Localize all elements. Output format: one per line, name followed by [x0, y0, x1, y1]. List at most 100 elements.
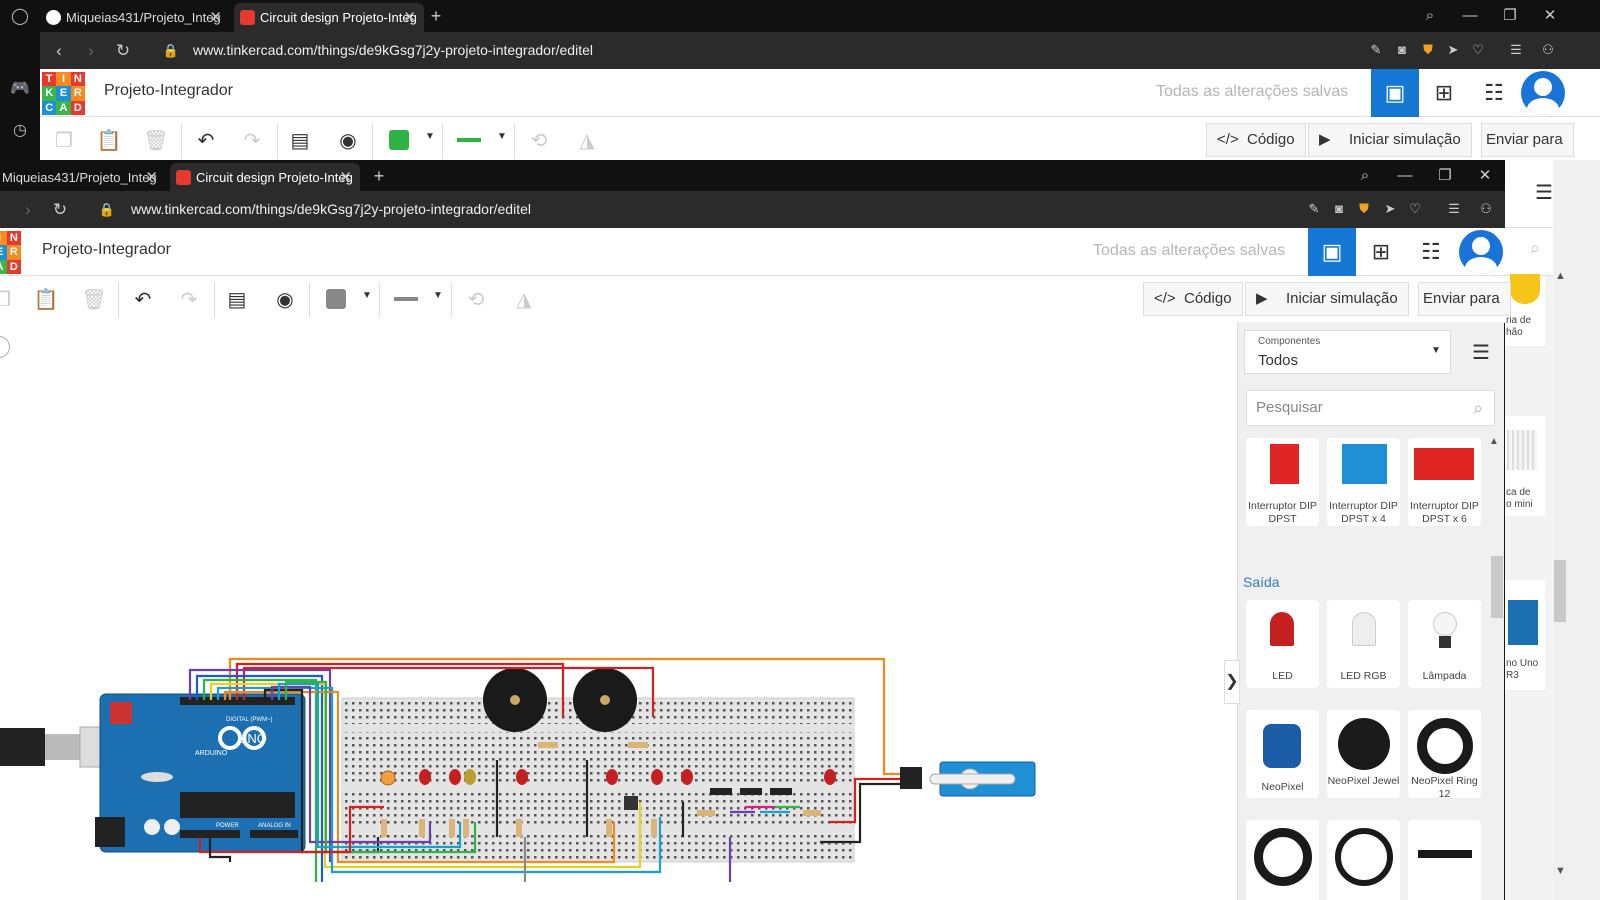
- component-list-button[interactable]: ☷: [1407, 228, 1455, 276]
- url-text[interactable]: www.tinkercad.com/things/de9kGsg7j2y-pro…: [193, 32, 593, 69]
- delete-icon[interactable]: 🗑: [78, 284, 110, 316]
- flip-icon[interactable]: ◮: [571, 125, 603, 157]
- copy-icon[interactable]: ❐: [48, 125, 80, 157]
- scroll-up-icon[interactable]: ▲: [1489, 436, 1499, 447]
- view-notes-icon[interactable]: ◉: [269, 284, 301, 316]
- component-list-button[interactable]: ☷: [1470, 69, 1518, 117]
- back-tab-github[interactable]: Miqueias431/Projeto_Integ ✕: [40, 3, 230, 32]
- fill-color-swatch[interactable]: [326, 289, 346, 309]
- code-button[interactable]: </> Código: [1206, 123, 1306, 157]
- code-button[interactable]: </> Código: [1143, 282, 1243, 316]
- search-tabs-icon[interactable]: ⌕: [1410, 0, 1450, 32]
- chevron-down-icon[interactable]: ▼: [425, 131, 435, 142]
- search-icon[interactable]: ⌕: [1473, 391, 1483, 425]
- redo-icon[interactable]: ↷: [236, 125, 268, 157]
- camera-icon[interactable]: ◙: [1331, 201, 1347, 217]
- wire-color-swatch[interactable]: [457, 138, 481, 142]
- camera-icon[interactable]: ◙: [1394, 42, 1410, 58]
- tinkercad-logo[interactable]: TIN KER CAD: [0, 231, 21, 274]
- edit-icon[interactable]: ✎: [1368, 42, 1384, 58]
- reload-icon[interactable]: ↻: [108, 32, 138, 69]
- wire-color-swatch[interactable]: [394, 297, 418, 301]
- notes-icon[interactable]: ▤: [284, 125, 316, 157]
- led[interactable]: [681, 769, 693, 785]
- component-neopixel-ring-24[interactable]: [1327, 820, 1400, 900]
- search-tabs-icon[interactable]: ⌕: [1345, 160, 1385, 192]
- front-tab-tinkercad[interactable]: Circuit design Projeto-Integ ✕: [170, 163, 360, 192]
- search-input[interactable]: Pesquisar ⌕: [1246, 390, 1495, 426]
- close-icon[interactable]: ✕: [339, 163, 352, 192]
- view-notes-icon[interactable]: ◉: [332, 125, 364, 157]
- scroll-up-icon[interactable]: ▲: [1555, 270, 1566, 282]
- scroll-down-icon[interactable]: ▼: [1555, 865, 1566, 877]
- pushbutton[interactable]: [624, 796, 638, 810]
- schematic-view-button[interactable]: ⊞: [1357, 228, 1405, 276]
- avatar[interactable]: [1459, 230, 1503, 274]
- notes-icon[interactable]: ▤: [221, 284, 253, 316]
- redo-icon[interactable]: ↷: [173, 284, 205, 316]
- led[interactable]: [464, 769, 476, 785]
- front-tab-github[interactable]: Miqueias431/Projeto_Integ ✕: [0, 163, 166, 192]
- list-icon[interactable]: ☰: [1535, 180, 1553, 205]
- component-led[interactable]: LED: [1246, 600, 1319, 688]
- shield-icon[interactable]: ⛊: [1356, 201, 1372, 217]
- circuit-view-button[interactable]: ▣: [1371, 69, 1419, 117]
- list-view-icon[interactable]: ☰: [1472, 340, 1490, 365]
- close-window-icon[interactable]: ✕: [1465, 160, 1505, 192]
- gamepad-icon[interactable]: 🎮: [10, 79, 30, 99]
- project-title[interactable]: Projeto-Integrador: [42, 241, 171, 259]
- undo-icon[interactable]: ↶: [190, 125, 222, 157]
- scrollbar-thumb[interactable]: [1491, 556, 1503, 618]
- led[interactable]: [449, 769, 461, 785]
- send-icon[interactable]: ➤: [1382, 201, 1398, 217]
- speedometer-icon[interactable]: ◷: [10, 121, 30, 141]
- back-icon[interactable]: ‹: [44, 32, 74, 69]
- send-to-button[interactable]: Enviar para: [1481, 123, 1574, 157]
- flip-icon[interactable]: ◮: [508, 284, 540, 316]
- tinkercad-logo[interactable]: TIN KER CAD: [42, 72, 85, 115]
- heart-icon[interactable]: ♡: [1407, 201, 1423, 217]
- edit-icon[interactable]: ✎: [1306, 201, 1322, 217]
- back-tab-tinkercad[interactable]: Circuit design Projeto-Integ ✕: [234, 3, 424, 32]
- component-rgb-led[interactable]: LED RGB: [1327, 600, 1400, 688]
- avatar[interactable]: [1521, 71, 1565, 115]
- send-icon[interactable]: ➤: [1445, 42, 1461, 58]
- minimize-icon[interactable]: —: [1450, 0, 1490, 32]
- rotate-icon[interactable]: ⟲: [460, 284, 492, 316]
- close-icon[interactable]: ✕: [209, 3, 222, 32]
- led[interactable]: [606, 769, 618, 785]
- new-tab-icon[interactable]: +: [364, 160, 394, 192]
- circuit-view-button[interactable]: ▣: [1308, 228, 1356, 276]
- component-dip-dpst-4[interactable]: Interruptor DIP DPST x 4: [1327, 438, 1400, 526]
- component-neopixel-ring-12[interactable]: NeoPixel Ring 12: [1408, 710, 1481, 800]
- profile-icon[interactable]: ⚇: [1540, 42, 1556, 58]
- component-neopixel-jewel[interactable]: NeoPixel Jewel: [1327, 710, 1400, 798]
- chevron-down-icon[interactable]: ▼: [433, 290, 443, 301]
- profile-icon[interactable]: ⚇: [1478, 201, 1494, 217]
- chevron-down-icon[interactable]: ▼: [362, 290, 372, 301]
- components-dropdown[interactable]: Componentes Todos ▼: [1244, 330, 1451, 374]
- chevron-down-icon[interactable]: ▼: [497, 131, 507, 142]
- start-simulation-button[interactable]: ▶ Iniciar simulação: [1308, 123, 1472, 157]
- close-icon[interactable]: ✕: [145, 163, 158, 192]
- component-lamp[interactable]: Lâmpada: [1408, 600, 1481, 688]
- opera-logo-icon[interactable]: ◯: [10, 7, 30, 27]
- fill-color-swatch[interactable]: [389, 130, 409, 150]
- scrollbar-thumb[interactable]: [1554, 560, 1566, 622]
- led[interactable]: [651, 769, 663, 785]
- delete-icon[interactable]: 🗑: [140, 125, 172, 157]
- reload-icon[interactable]: ↻: [45, 191, 75, 228]
- project-title[interactable]: Projeto-Integrador: [104, 82, 233, 100]
- led[interactable]: [516, 769, 528, 785]
- rotate-icon[interactable]: ⟲: [523, 125, 555, 157]
- circuit-canvas[interactable]: UNO ARDUINO DIGITAL (PWM~) POWER ANALOG …: [0, 322, 1237, 900]
- component-dip-dpst[interactable]: Interruptor DIP DPST: [1246, 438, 1319, 526]
- search-icon[interactable]: ⌕: [1530, 238, 1540, 259]
- easy-setup-icon[interactable]: ☰: [1508, 42, 1524, 58]
- minimize-icon[interactable]: —: [1385, 160, 1425, 192]
- forward-icon[interactable]: ›: [13, 191, 43, 228]
- paste-icon[interactable]: 📋: [93, 125, 125, 157]
- undo-icon[interactable]: ↶: [127, 284, 159, 316]
- heart-icon[interactable]: ♡: [1470, 42, 1486, 58]
- forward-icon[interactable]: ›: [76, 32, 106, 69]
